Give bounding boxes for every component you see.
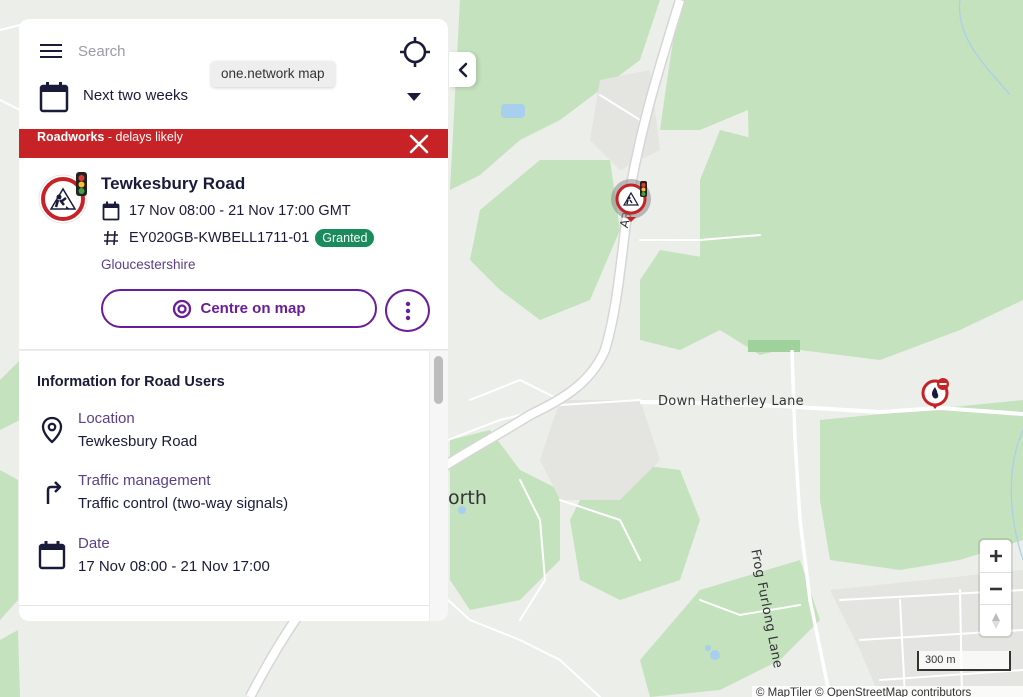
roadworks-pin-selected[interactable] (611, 177, 651, 223)
date-range-select[interactable]: Next two weeks (83, 87, 188, 104)
compass-icon (991, 612, 1000, 629)
roadworks-region: Gloucestershire (101, 257, 196, 272)
map-tooltip: one.network map (211, 61, 335, 87)
road-closure-pin[interactable] (920, 376, 952, 412)
road-user-info-panel[interactable]: Information for Road Users Location Tewk… (19, 351, 448, 621)
map-scale-bar: 300 m (917, 651, 1011, 671)
close-button[interactable] (404, 129, 433, 158)
calendar-icon (37, 540, 67, 570)
locate-me-button[interactable] (398, 35, 431, 68)
alert-text: Roadworks - delays likely (37, 130, 183, 144)
roadworks-dates: 17 Nov 08:00 - 21 Nov 17:00 GMT (129, 203, 351, 219)
map-attribution: © MapTiler © OpenStreetMap contributors (752, 686, 1023, 697)
info-value: 17 Nov 08:00 - 21 Nov 17:00 (78, 558, 270, 575)
zoom-out-button[interactable] (980, 572, 1011, 604)
collapse-panel-button[interactable] (449, 52, 476, 87)
scrollbar-thumb[interactable] (434, 356, 443, 404)
info-label: Traffic management (78, 472, 211, 489)
roadworks-dates-row: 17 Nov 08:00 - 21 Nov 17:00 GMT (101, 201, 351, 221)
centre-on-map-button[interactable]: Centre on map (101, 289, 377, 328)
roadworks-ref-row: EY020GB-KWBELL1711-01 Granted (101, 228, 375, 248)
turn-arrow-icon (37, 477, 67, 507)
hamburger-menu-icon (40, 44, 62, 58)
info-heading: Information for Road Users (37, 374, 225, 390)
alert-type: Roadworks (37, 130, 105, 144)
search-input[interactable] (78, 39, 378, 63)
alert-banner: Roadworks - delays likely (19, 129, 448, 158)
chevron-down-icon[interactable] (407, 93, 421, 101)
road-label-down-hatherley-lane: Down Hatherley Lane (658, 394, 804, 409)
compass-button[interactable] (980, 604, 1011, 636)
calendar-icon (101, 201, 121, 221)
place-label: orth (448, 487, 487, 509)
zoom-controls (980, 540, 1011, 636)
zoom-in-button[interactable] (980, 540, 1011, 572)
more-vertical-icon (405, 301, 410, 320)
roadworks-icon (36, 168, 92, 226)
scrollbar[interactable] (429, 351, 448, 621)
crosshair-icon (399, 36, 430, 67)
info-label: Date (78, 535, 110, 552)
plus-icon (989, 550, 1002, 562)
chevron-left-icon (458, 62, 467, 77)
menu-button[interactable] (39, 40, 63, 62)
roadworks-reference: EY020GB-KWBELL1711-01 (129, 230, 310, 246)
target-icon (173, 299, 192, 318)
status-badge: Granted (315, 229, 375, 247)
roadworks-detail-card: Tewkesbury Road 17 Nov 08:00 - 21 Nov 17… (19, 158, 448, 350)
minus-icon (989, 587, 1002, 590)
calendar-icon (39, 81, 69, 118)
info-value: Tewkesbury Road (78, 433, 198, 450)
info-value: Traffic control (two-way signals) (78, 495, 289, 512)
divider (19, 605, 429, 606)
centre-on-map-label: Centre on map (200, 300, 306, 317)
more-options-button[interactable] (385, 289, 430, 332)
info-label: Location (78, 410, 135, 427)
hash-icon (101, 228, 121, 248)
alert-suffix: - delays likely (104, 130, 183, 144)
close-icon (409, 134, 428, 153)
location-pin-icon (37, 415, 67, 445)
roadworks-title: Tewkesbury Road (101, 174, 246, 193)
